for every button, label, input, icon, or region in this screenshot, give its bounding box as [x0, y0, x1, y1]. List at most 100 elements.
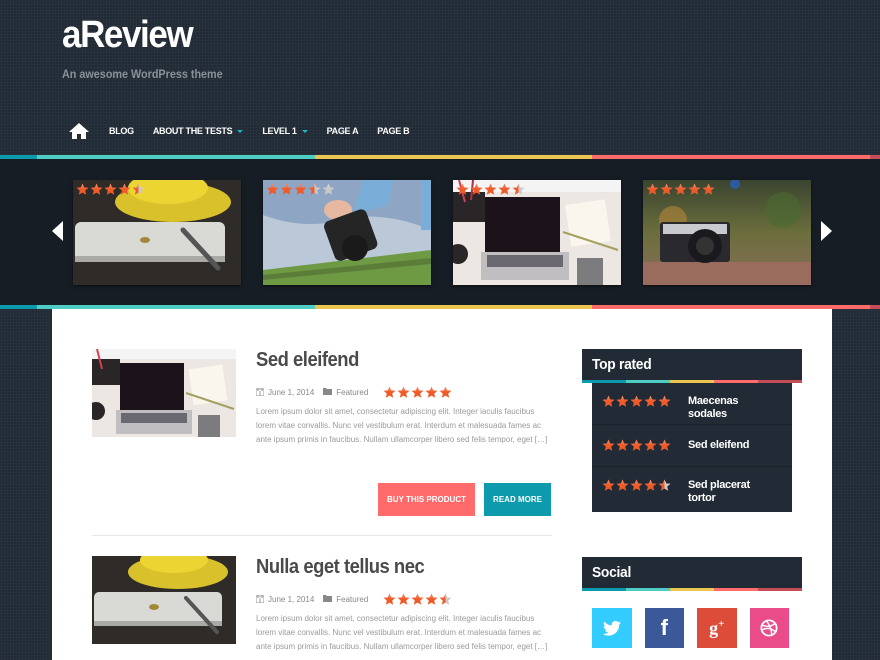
stripe-segment — [0, 305, 38, 309]
post-excerpt: Lorem ipsum dolor sit amet, consectetur … — [256, 614, 548, 651]
star-full-icon — [411, 593, 424, 605]
post-divider — [92, 535, 552, 536]
dribbble-icon — [760, 619, 778, 637]
star-full-icon — [411, 386, 424, 398]
slide-rating — [76, 183, 146, 196]
star-full-icon — [630, 439, 643, 451]
site-tagline: An awesome WordPress theme — [62, 67, 223, 81]
site-header: aReview An awesome WordPress theme BLOG … — [0, 0, 880, 155]
star-full-icon — [294, 183, 307, 195]
item-name: Sed eleifend — [688, 439, 750, 451]
stripe-segment — [670, 588, 714, 591]
post-excerpt: Lorem ipsum dolor sit amet, consectetur … — [256, 407, 548, 444]
star-empty-icon — [322, 183, 335, 195]
slide[interactable] — [643, 180, 811, 285]
site-title[interactable]: aReview — [62, 14, 194, 57]
star-full-icon — [425, 386, 438, 398]
home-icon[interactable] — [68, 122, 90, 140]
caret-down-icon — [237, 129, 244, 133]
read-more-button[interactable]: READ MORE — [484, 483, 551, 516]
post-title[interactable]: Sed eleifend — [256, 349, 359, 372]
star-full-icon — [280, 183, 293, 195]
nav-item-blog[interactable]: BLOG — [109, 126, 134, 136]
post-date: June 1, 2014 — [268, 388, 315, 397]
post-date: June 1, 2014 — [268, 595, 315, 604]
twitter-icon — [602, 620, 621, 636]
star-full-icon — [658, 395, 671, 407]
stripe-segment — [758, 588, 802, 591]
stripe-segment — [626, 588, 670, 591]
nav-item-level-1[interactable]: LEVEL 1 — [262, 126, 308, 136]
folder-icon — [323, 595, 333, 604]
widget-color-stripe — [582, 588, 802, 591]
star-full-icon — [602, 395, 615, 407]
star-half-icon — [132, 183, 145, 195]
star-full-icon — [498, 183, 511, 195]
star-full-icon — [383, 593, 396, 605]
social-widget: Social f g+ — [582, 557, 802, 648]
star-full-icon — [616, 395, 629, 407]
star-full-icon — [644, 395, 657, 407]
post-category[interactable]: Featured — [336, 595, 368, 604]
featured-slider — [0, 159, 880, 305]
post-category[interactable]: Featured — [336, 388, 368, 397]
star-full-icon — [646, 183, 659, 195]
twitter-button[interactable] — [592, 608, 632, 648]
star-full-icon — [688, 183, 701, 195]
slide[interactable] — [263, 180, 431, 285]
star-full-icon — [439, 386, 452, 398]
top-rated-item[interactable]: Sed placerat tortor — [592, 467, 792, 512]
nav-item-page-a[interactable]: PAGE A — [327, 126, 359, 136]
dribbble-button[interactable] — [749, 608, 789, 648]
item-rating — [602, 395, 672, 408]
top-rated-item[interactable]: Sed eleifend — [592, 425, 792, 467]
star-full-icon — [644, 479, 657, 491]
chevron-left-icon[interactable] — [52, 221, 63, 241]
buy-this-product-button[interactable]: BUY THIS PRODUCT — [378, 483, 475, 516]
facebook-icon: f — [660, 615, 668, 640]
star-full-icon — [425, 593, 438, 605]
star-full-icon — [702, 183, 715, 195]
item-rating — [602, 439, 672, 452]
stripe-segment — [714, 588, 758, 591]
star-full-icon — [602, 439, 615, 451]
star-full-icon — [456, 183, 469, 195]
folder-icon — [323, 388, 333, 397]
google-plus-icon: g+ — [709, 617, 725, 638]
star-full-icon — [470, 183, 483, 195]
star-full-icon — [118, 183, 131, 195]
star-full-icon — [616, 479, 629, 491]
calendar-icon — [255, 594, 265, 605]
star-half-icon — [512, 183, 525, 195]
item-name: Sed placerat tortor — [688, 479, 750, 504]
nav-item-page-b[interactable]: PAGE B — [377, 126, 409, 136]
post-meta: June 1, 2014 Featured — [255, 593, 453, 606]
post-rating — [383, 593, 453, 606]
post-title[interactable]: Nulla eget tellus nec — [256, 556, 425, 579]
star-full-icon — [383, 386, 396, 398]
post-thumbnail[interactable] — [92, 556, 236, 644]
facebook-button[interactable]: f — [644, 608, 684, 648]
post-thumbnail[interactable] — [92, 349, 236, 437]
widget-title: Top rated — [582, 349, 802, 380]
nav-item-about-the-tests[interactable]: ABOUT THE TESTS — [153, 126, 244, 136]
google-plus-button[interactable]: g+ — [697, 608, 737, 648]
slide-rating — [266, 183, 336, 196]
star-full-icon — [616, 439, 629, 451]
main-nav: BLOG ABOUT THE TESTS LEVEL 1 PAGE A PAGE… — [68, 120, 428, 142]
slide-rating — [456, 183, 526, 196]
star-half-icon — [439, 593, 452, 605]
slide[interactable] — [73, 180, 241, 285]
stripe-segment — [582, 588, 626, 591]
star-full-icon — [397, 386, 410, 398]
star-full-icon — [674, 183, 687, 195]
star-full-icon — [602, 479, 615, 491]
star-half-icon — [308, 183, 321, 195]
top-rated-list: Maecenas sodales Sed eleifend Sed placer… — [592, 383, 792, 512]
slide[interactable] — [453, 180, 621, 285]
star-full-icon — [90, 183, 103, 195]
post-image-tablet-cup — [92, 556, 236, 644]
chevron-right-icon[interactable] — [821, 221, 832, 241]
star-full-icon — [630, 479, 643, 491]
top-rated-item[interactable]: Maecenas sodales — [592, 383, 792, 425]
